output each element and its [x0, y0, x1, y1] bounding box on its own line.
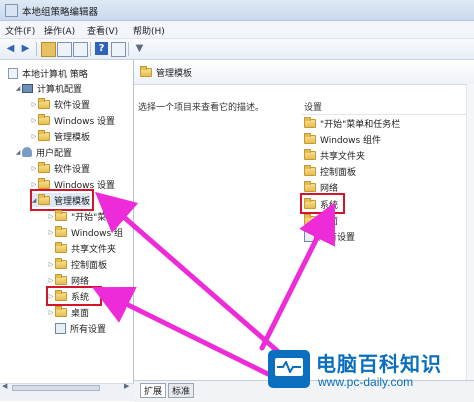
arrow-to-system-tree — [92, 286, 279, 381]
annotation-arrows — [92, 191, 335, 381]
monitor-logo-icon — [268, 350, 310, 388]
arrow-to-system-list — [259, 202, 335, 351]
logo-url: www.pc-daily.com — [318, 375, 414, 389]
logo-title: 电脑百科知识 — [316, 352, 442, 376]
site-logo: 电脑百科知识 www.pc-daily.com — [268, 348, 468, 401]
arrow-to-admin-templates — [94, 191, 285, 358]
